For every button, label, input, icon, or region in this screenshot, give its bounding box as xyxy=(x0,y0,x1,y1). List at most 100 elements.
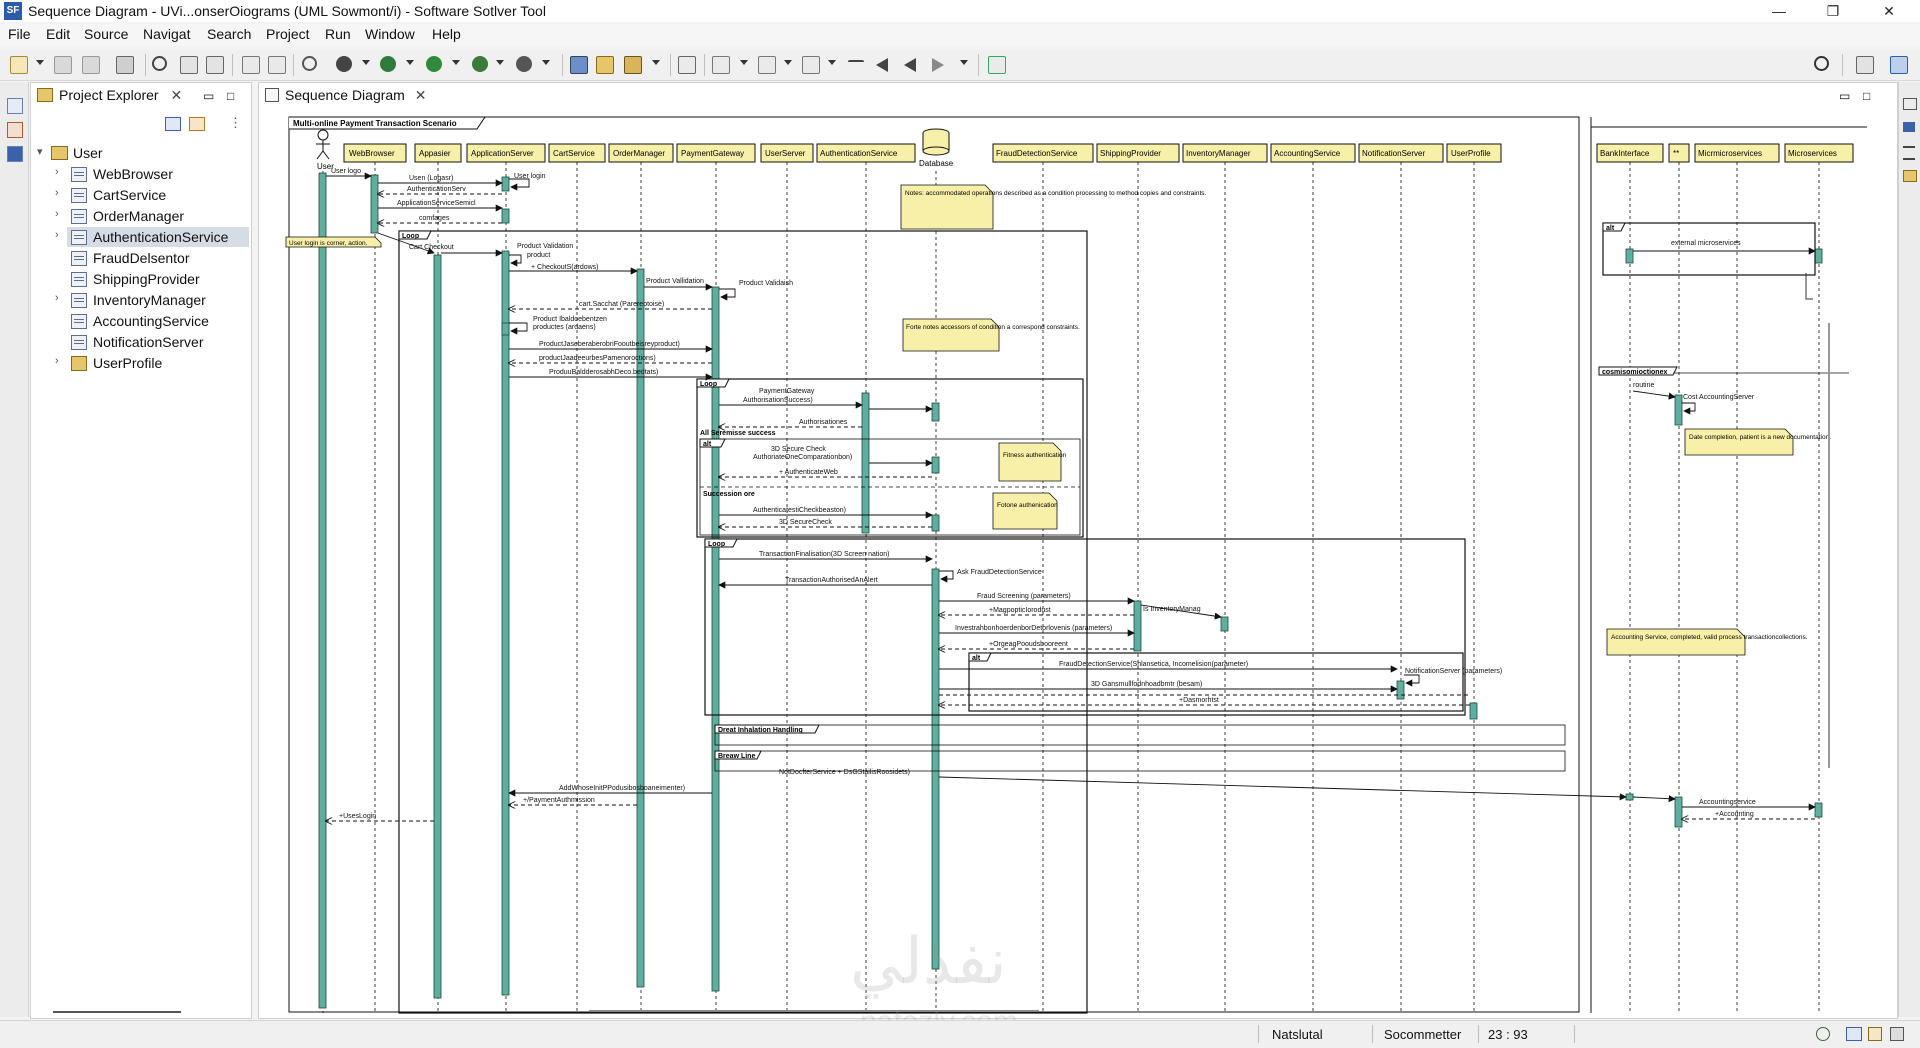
tree-root-user[interactable]: ▾ User xyxy=(31,143,249,163)
collapse-arrow-icon[interactable]: ▾ xyxy=(37,145,47,158)
lifeline-notificationserver[interactable]: NotificationServer xyxy=(1358,143,1444,163)
last-edit-dropdown-icon[interactable] xyxy=(828,60,836,65)
menu-navigate[interactable]: Navigat xyxy=(143,26,190,42)
lifeline-appasier[interactable]: Appasier xyxy=(414,143,462,163)
menu-run[interactable]: Run xyxy=(325,26,351,42)
note-date-completion[interactable]: Date completion, patient is a new docume… xyxy=(1684,428,1831,456)
save-all-icon[interactable] xyxy=(82,56,100,74)
notes-icon[interactable] xyxy=(1868,1027,1882,1041)
lifeline-authenticationservice[interactable]: AuthenticationService xyxy=(816,143,916,163)
layout-icon[interactable] xyxy=(180,56,198,74)
diagram-canvas[interactable]: Multi-online Payment Transaction Scenari… xyxy=(259,113,1897,1018)
menu-window[interactable]: Window xyxy=(365,26,415,42)
expand-arrow-icon[interactable]: › xyxy=(55,208,65,220)
tree-item-webbrowser[interactable]: › WebBrowser xyxy=(31,164,249,184)
tree-item-authenticationservice[interactable]: › AuthenticationService xyxy=(55,227,249,247)
sequence-diagram-tab[interactable]: Sequence Diagram ✕ xyxy=(265,87,426,104)
tree-item-accountingservice[interactable]: AccountingService xyxy=(31,311,249,331)
lifeline-cartservice[interactable]: CartService xyxy=(548,143,606,163)
next-annotation-dropdown-icon[interactable] xyxy=(740,60,748,65)
prev-annotation-icon[interactable] xyxy=(758,56,776,74)
run-dropdown-icon[interactable] xyxy=(452,60,460,65)
save-icon[interactable] xyxy=(54,56,72,74)
lifeline-shippingprovider[interactable]: ShippingProvider xyxy=(1096,143,1180,163)
trim-outline-icon[interactable] xyxy=(7,146,23,162)
search-icon[interactable] xyxy=(1814,56,1829,71)
last-edit-icon[interactable] xyxy=(802,56,820,74)
new-dropdown-icon[interactable] xyxy=(36,60,44,65)
lifeline-micrmicroservices[interactable]: Micrmicroservices xyxy=(1694,143,1780,163)
sequence-diagram[interactable]: Multi-online Payment Transaction Scenari… xyxy=(259,113,1895,1018)
prev-annotation-dropdown-icon[interactable] xyxy=(784,60,792,65)
minimize-editor-icon[interactable]: ▭ xyxy=(1839,89,1850,103)
pencil-dropdown-icon[interactable] xyxy=(652,60,660,65)
collapse-all-icon[interactable] xyxy=(165,117,181,131)
note-fotone[interactable]: Fotone authenication xyxy=(992,492,1058,530)
lifeline-applicationserver[interactable]: ApplicationServer xyxy=(466,143,546,163)
expand-arrow-icon[interactable]: › xyxy=(55,355,65,367)
expand-arrow-icon[interactable]: › xyxy=(55,229,65,241)
close-tab-icon[interactable]: ✕ xyxy=(170,87,182,103)
new-icon[interactable] xyxy=(10,56,28,74)
expand-arrow-icon[interactable]: › xyxy=(55,187,65,199)
menu-search[interactable]: Search xyxy=(207,26,251,42)
tree-item-userprofile[interactable]: › UserProfile xyxy=(31,353,249,373)
note-forte[interactable]: Forte notes accessors of condition a cor… xyxy=(902,318,1080,352)
tree-item-inventorymanager[interactable]: › InventoryManager xyxy=(31,290,249,310)
minimize-button[interactable]: — xyxy=(1756,0,1802,22)
refresh-icon[interactable] xyxy=(380,56,396,72)
trim-tasks-icon[interactable] xyxy=(1903,170,1917,182)
tree-item-shippingprovider[interactable]: ShippingProvider xyxy=(31,269,249,289)
lifeline-frauddetectionservice[interactable]: FraudDetectionService xyxy=(992,143,1094,163)
expand-arrow-icon[interactable]: › xyxy=(55,166,65,178)
lifeline-inventorymanager[interactable]: InventoryManager xyxy=(1182,143,1268,163)
user-actor[interactable] xyxy=(316,129,330,160)
open-folder-icon[interactable] xyxy=(596,56,614,74)
view-menu-icon[interactable]: ⋮ xyxy=(229,115,242,131)
table-view-icon[interactable] xyxy=(1846,1027,1862,1041)
lifeline-bankinterface[interactable]: BankInterface xyxy=(1596,143,1664,163)
link-editor-icon[interactable] xyxy=(189,117,205,131)
forward-dropdown-icon[interactable] xyxy=(960,60,968,65)
menu-file[interactable]: File xyxy=(8,26,31,42)
close-tab-icon[interactable]: ✕ xyxy=(415,87,427,103)
back-alt-icon[interactable] xyxy=(904,58,916,72)
close-button[interactable]: ✕ xyxy=(1866,0,1912,22)
lifeline-star[interactable]: ** xyxy=(1668,143,1690,163)
sync-icon[interactable] xyxy=(1816,1027,1830,1041)
trim-restore-icon[interactable] xyxy=(1903,98,1917,110)
horizontal-scrollbar[interactable] xyxy=(53,1011,181,1013)
restore-button[interactable]: ❐ xyxy=(1810,0,1856,22)
next-annotation-icon[interactable] xyxy=(712,56,730,74)
new-package-icon[interactable] xyxy=(570,56,588,74)
lifeline-paymentgateway[interactable]: PaymentGateway xyxy=(676,143,756,163)
maximize-view-icon[interactable]: □ xyxy=(227,89,234,103)
export-icon[interactable] xyxy=(206,56,224,74)
open-perspective-icon[interactable] xyxy=(988,56,1006,74)
zoom-in-icon[interactable] xyxy=(152,56,167,71)
menu-help[interactable]: Help xyxy=(432,26,461,42)
note-user-login[interactable]: User login is corner, action. xyxy=(285,236,382,248)
cut-icon[interactable] xyxy=(242,56,260,74)
menu-source[interactable]: Source xyxy=(84,26,128,42)
lifeline-userprofile[interactable]: UserProfile xyxy=(1446,143,1502,163)
modeling-perspective-icon[interactable] xyxy=(1890,56,1908,74)
lifeline-microservices[interactable]: Microservices xyxy=(1784,143,1854,163)
tree-item-frauddetector[interactable]: FraudDelsentor xyxy=(31,248,249,268)
external-tools-dropdown-icon[interactable] xyxy=(542,60,550,65)
trim-outline-icon[interactable] xyxy=(1903,146,1915,160)
external-tools-icon[interactable] xyxy=(516,56,532,72)
run-config-dropdown-icon[interactable] xyxy=(496,60,504,65)
menu-edit[interactable]: Edit xyxy=(46,26,70,42)
pencil-icon[interactable] xyxy=(624,56,642,74)
project-explorer-tab[interactable]: Project Explorer ✕ xyxy=(37,87,182,109)
forward-icon[interactable] xyxy=(932,58,944,72)
trim-properties-icon[interactable] xyxy=(1903,122,1915,132)
layout-toggle-icon[interactable] xyxy=(1890,1027,1904,1041)
copy-icon[interactable] xyxy=(268,56,286,74)
debug-dropdown-icon[interactable] xyxy=(362,60,370,65)
print-icon[interactable] xyxy=(116,56,134,74)
maximize-editor-icon[interactable]: □ xyxy=(1863,89,1870,103)
note-accounting-service[interactable]: Accounting Service, completed, valid pro… xyxy=(1606,628,1808,656)
refresh-dropdown-icon[interactable] xyxy=(406,60,414,65)
